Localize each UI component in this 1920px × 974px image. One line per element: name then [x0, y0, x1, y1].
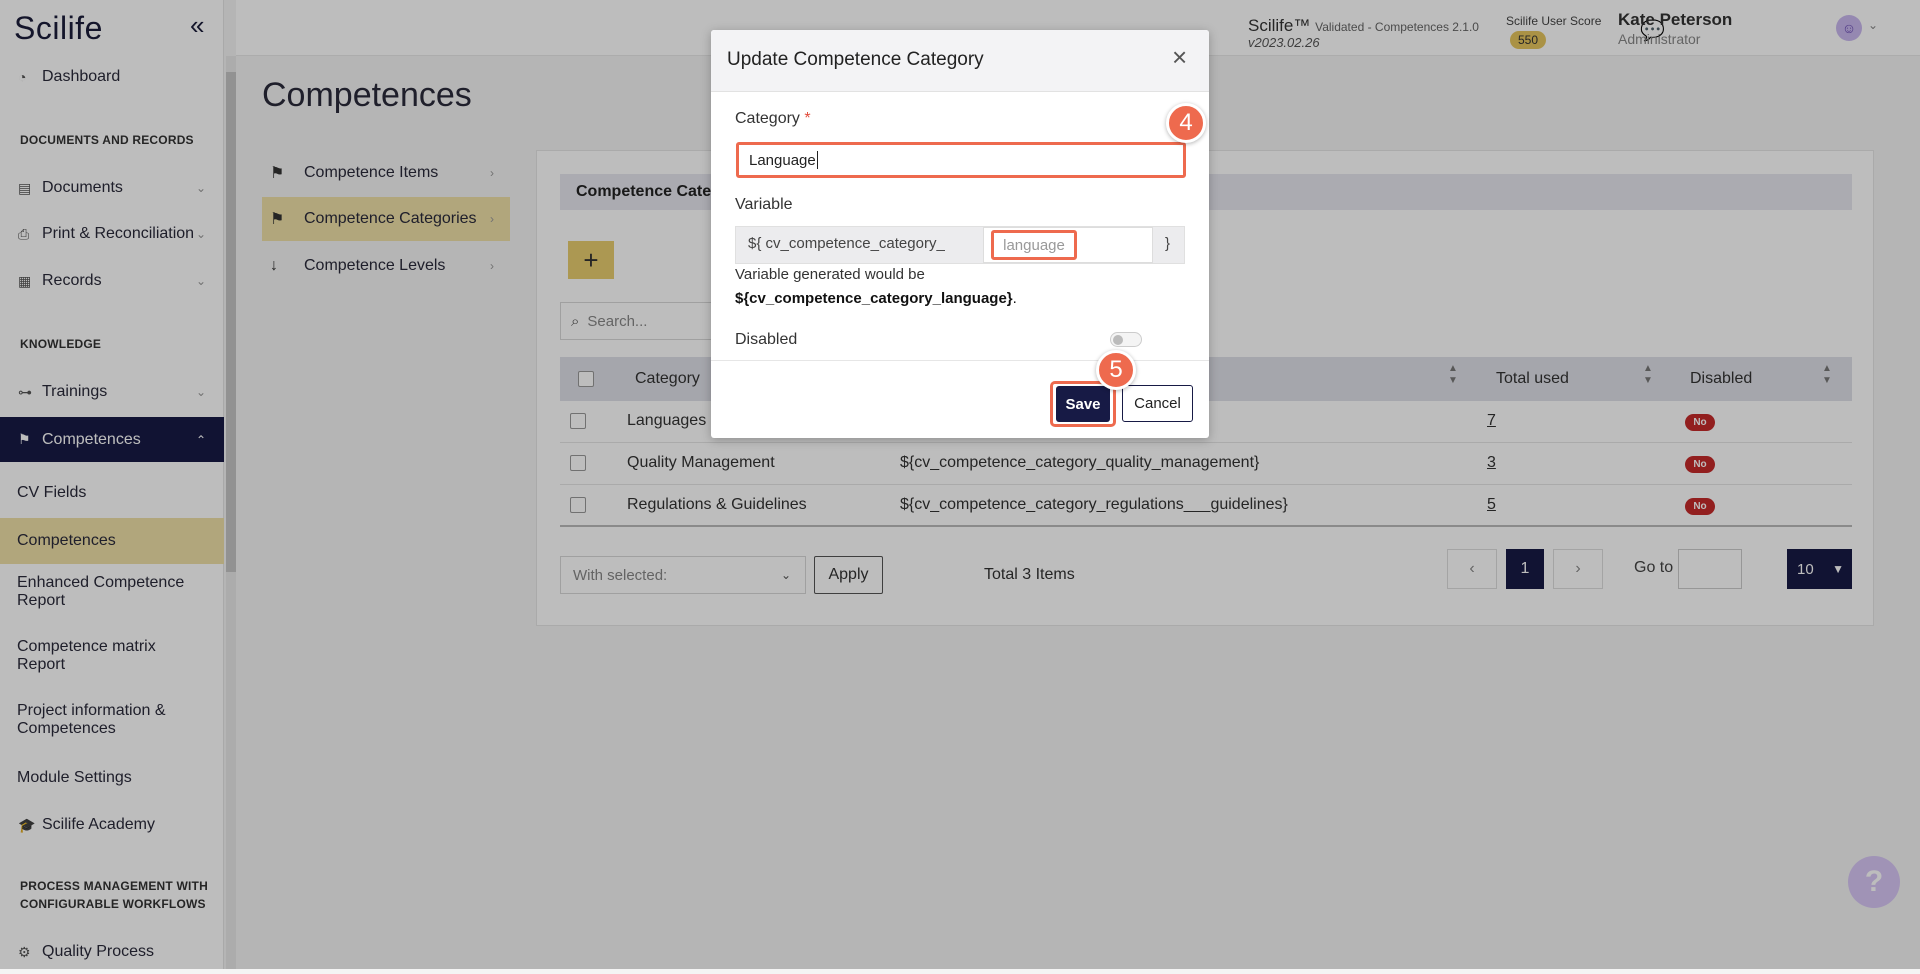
variable-hint: Variable generated would be [735, 266, 925, 283]
variable-input-value[interactable]: language [991, 230, 1077, 260]
close-icon[interactable]: × [1172, 44, 1187, 70]
variable-label: Variable [735, 196, 793, 213]
category-label-text: Category [735, 110, 800, 127]
category-label: Category * [735, 110, 811, 128]
save-button[interactable]: Save [1056, 386, 1110, 422]
disabled-toggle[interactable] [1110, 332, 1142, 347]
category-input[interactable]: Language [736, 142, 1186, 178]
required-mark: * [804, 110, 811, 127]
category-input-value: Language [749, 151, 816, 169]
variable-generated: ${cv_competence_category_language}. [735, 290, 1017, 307]
variable-suffix: } [1165, 235, 1171, 252]
variable-generated-value: ${cv_competence_category_language} [735, 290, 1013, 307]
step-marker-4: 4 [1166, 103, 1206, 143]
modal-title: Update Competence Category [727, 49, 984, 70]
text-cursor [816, 151, 818, 169]
cancel-button[interactable]: Cancel [1122, 385, 1193, 422]
variable-prefix: ${ cv_competence_category_ [748, 235, 945, 252]
step-marker-5: 5 [1096, 350, 1136, 390]
modal-divider [711, 360, 1209, 361]
disabled-label: Disabled [735, 331, 798, 348]
